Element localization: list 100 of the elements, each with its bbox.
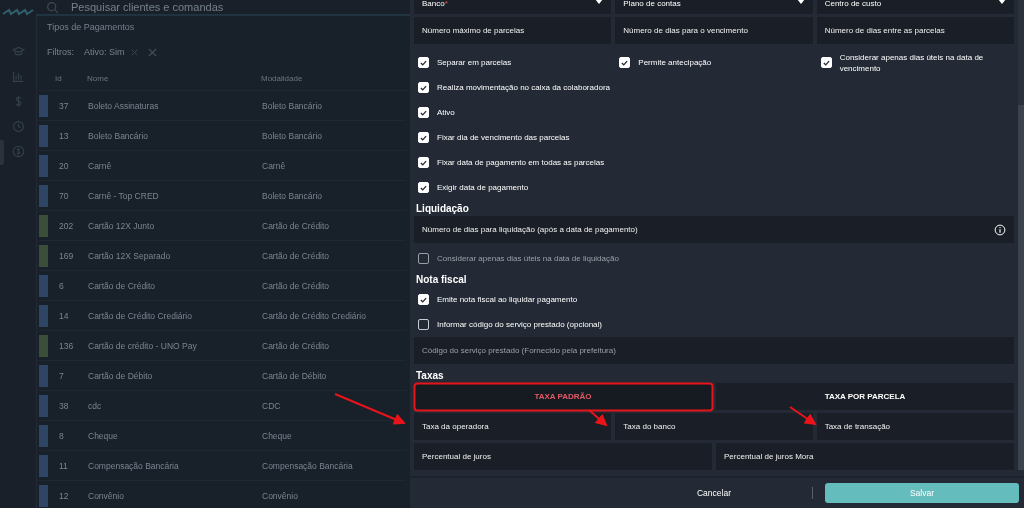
table-cell-text: 169 (58, 250, 75, 261)
table-cell-text: CDC (262, 400, 282, 411)
input-field[interactable]: Número de dias para liquidação (após a data de pagamento) (414, 216, 1014, 243)
table-cell-text: Compensação Bancária (262, 460, 354, 471)
table-row[interactable]: 11 Compensação Bancária Compensação Bancária (39, 451, 406, 481)
table-cell-text: Carnê (262, 160, 287, 171)
caret-icon (595, 0, 604, 5)
table-cell-text: Compensação Bancária (88, 460, 180, 471)
table-cell-text: cdc (88, 400, 103, 411)
filter-chip[interactable]: Ativo: Sim (84, 47, 125, 57)
column-header[interactable]: Modalidade (261, 73, 410, 83)
table-cell-text: Cartão de Crédito (262, 340, 331, 351)
table-row[interactable]: 14 Cartão de Crédito Crediário Cartão de Crédito Crediário (39, 301, 406, 331)
column-header[interactable]: Id (39, 73, 87, 83)
info-icon[interactable] (994, 223, 1006, 236)
table-cell-text: Cartão 12X Junto (88, 220, 156, 231)
table-cell-text: Convênio (262, 490, 299, 501)
table-cell-text: 11 (58, 460, 69, 471)
table-cell-text: Cartão de Débito (262, 370, 328, 381)
table-cell-text: Boleto Assinaturas (88, 100, 160, 111)
section-title: Nota fiscal (415, 273, 468, 287)
cancel-button[interactable]: Cancelar (624, 487, 804, 499)
table-cell-text: Boleto Bancário (262, 190, 323, 201)
table-cell-text: Cartão 12X Separado (88, 250, 172, 261)
table-row[interactable]: 7 Cartão de Débito Cartão de Débito (39, 361, 406, 391)
column-header[interactable]: Nome (87, 73, 261, 83)
search-field[interactable]: Pesquisar clientes e comandas (69, 0, 323, 14)
select-field[interactable]: Centro de custo (816, 0, 1014, 14)
list-title: Tipos de Pagamentos (46, 21, 136, 34)
table-cell-text: 8 (58, 430, 65, 441)
field-label: Banco* (422, 0, 448, 8)
table-cell-text: 38 (58, 400, 70, 411)
table-cell-text: 6 (58, 280, 65, 291)
table-cell-text: Cartão de Crédito (262, 250, 331, 261)
table-cell-text: 136 (58, 340, 75, 351)
input-field[interactable]: Percentual de juros Mora (716, 443, 1014, 470)
field-placeholder: Número de dias para liquidação (após a data de pagamento) (422, 225, 638, 234)
input-field[interactable]: Taxa da operadora (414, 413, 612, 440)
section-title: Taxas (415, 369, 445, 383)
checkbox-label: Separar em parcelas (437, 57, 512, 68)
table-row[interactable]: 13 Boleto Bancário Boleto Bancário (39, 121, 406, 151)
table-cell-text: Cartão de Crédito (88, 280, 157, 291)
table-cell-text: Cartão de Débito (88, 370, 154, 381)
checkbox-label: Permite antecipação (638, 57, 712, 68)
input-field[interactable]: Taxa de transação (816, 413, 1014, 440)
checkbox-label: Considerar apenas dias úteis na data de vencimento (839, 51, 985, 74)
annotation-arrow (334, 393, 406, 425)
table-row[interactable]: 169 Cartão 12X Separado Cartão de Crédito (39, 241, 406, 271)
checkbox-label: Informar código do serviço prestado (opcional) (437, 319, 602, 330)
input-field[interactable]: Taxa do banco (615, 413, 813, 440)
annotation-arrow (789, 406, 817, 426)
table-row[interactable]: 202 Cartão 12X Junto Cartão de Crédito (39, 211, 406, 241)
table-cell-text: Boleto Bancário (262, 130, 323, 141)
table-row[interactable]: 8 Cheque Cheque (39, 421, 406, 451)
caret-icon (998, 0, 1006, 5)
table-cell-text: Cartão de crédito - UNO Pay (88, 340, 198, 351)
checkbox-label: Ativo (437, 107, 455, 118)
tab[interactable]: TAXA POR PARCELA (716, 383, 1014, 410)
table-row[interactable]: 12 Convênio Convênio (39, 481, 406, 508)
table-row[interactable]: 38 cdc CDC (39, 391, 406, 421)
table-cell-text: 70 (58, 190, 70, 201)
table-cell-text: Cheque (88, 430, 119, 441)
table-cell-text: 20 (58, 160, 70, 171)
checkbox-label: Exigir data de pagamento (437, 182, 529, 193)
table-cell-text: Boleto Bancário (88, 130, 149, 141)
checkbox-label: Fixar data de pagamento em todas as parcelas (437, 157, 605, 168)
select-field[interactable]: Banco* (414, 0, 612, 14)
table-cell-text: 7 (58, 370, 65, 381)
checkbox[interactable] (418, 319, 429, 330)
caret-icon (796, 0, 805, 5)
tab[interactable]: TAXA PADRÃO (414, 383, 712, 410)
field-label: Plano de contas (623, 0, 681, 8)
table-row[interactable]: 20 Carnê Carnê (39, 151, 406, 181)
input-field[interactable]: Número de dias para o vencimento (615, 17, 813, 44)
checkbox-label: Fixar dia de vencimento das parcelas (437, 132, 570, 143)
input-field[interactable]: Percentual de juros (414, 443, 712, 470)
table-row[interactable]: 136 Cartão de crédito - UNO Pay Cartão de Crédito (39, 331, 406, 361)
table-row[interactable]: 70 Carnê - Top CRED Boleto Bancário (39, 181, 406, 211)
table-cell-text: Convênio (88, 490, 125, 501)
table-cell-text: Cartão de Crédito Crediário (262, 310, 367, 321)
table-cell-text: Carnê (88, 160, 113, 171)
input-field[interactable]: Número máximo de parcelas (414, 17, 612, 44)
table-cell-text: Cartão de Crédito (262, 220, 331, 231)
scrollbar-thumb[interactable] (1018, 105, 1024, 470)
table-cell-text: 202 (58, 220, 75, 231)
checkbox-label: Considerar apenas dias úteis na data de liquidação (437, 253, 619, 264)
checkbox-label: Realiza movimentação no caixa da colaboradora (437, 82, 610, 93)
logo-icon (2, 8, 34, 16)
table-row[interactable]: 6 Cartão de Crédito Cartão de Crédito (39, 271, 406, 301)
input-field[interactable]: Número de dias entre as parcelas (816, 17, 1014, 44)
input-field[interactable]: Código do serviço prestado (Fornecido pela prefeitura) (414, 337, 1014, 364)
select-field[interactable]: Plano de contas (615, 0, 813, 14)
checkbox-label: Emite nota fiscal ao liquidar pagamento (437, 294, 578, 305)
filters-label: Filtros: (47, 47, 74, 57)
table-cell-text: Cartão de Crédito (262, 280, 331, 291)
table-cell-text: 37 (58, 100, 70, 111)
table-cell-text: Boleto Bancário (262, 100, 323, 111)
section-title: Liquidação (415, 202, 470, 216)
table-cell-text: 12 (58, 490, 70, 501)
table-row[interactable]: 37 Boleto Assinaturas Boleto Bancário (39, 91, 406, 121)
